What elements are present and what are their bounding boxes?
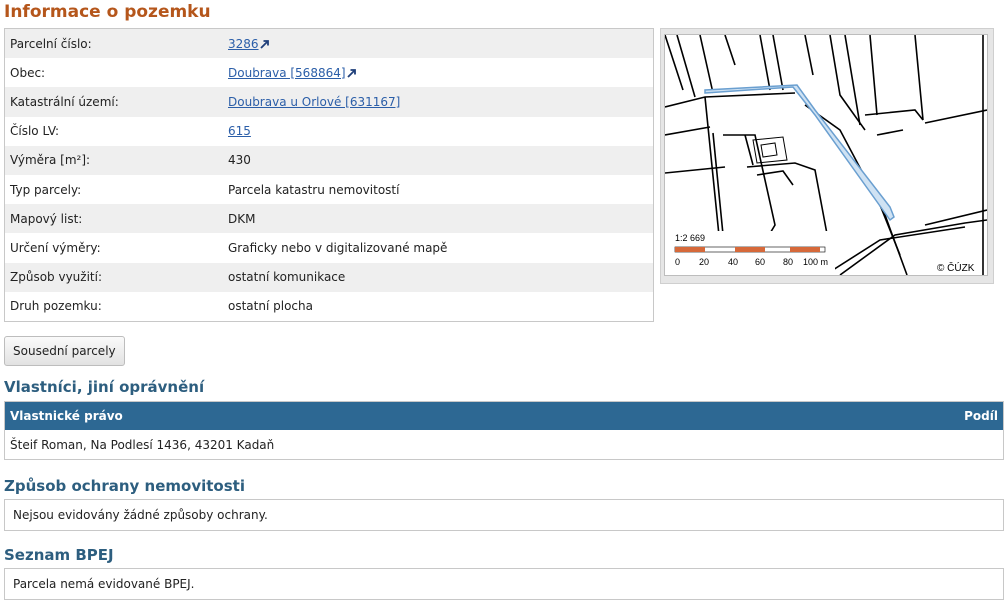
info-value: Graficky nebo v digitalizované mapě (228, 240, 448, 255)
map-canvas[interactable]: 1:2 669 0 20 40 60 80 100 m © ČÚZK (664, 34, 988, 276)
info-label: Katastrální území: (10, 94, 119, 109)
info-label: Způsob využití: (10, 270, 102, 285)
scale-tick: 40 (728, 257, 738, 267)
scale-tick: 20 (699, 257, 709, 267)
cadastral-area-link[interactable]: Doubrava u Orlové [631167] (228, 95, 400, 109)
lv-number-link[interactable]: 615 (228, 124, 251, 138)
info-row-parcel-type: Typ parcely: Parcela katastru nemovitost… (5, 175, 653, 204)
protection-heading: Způsob ochrany nemovitosti (4, 477, 245, 495)
info-label: Určení výměry: (10, 240, 101, 255)
scale-tick: 60 (755, 257, 765, 267)
municipality-link[interactable]: Doubrava [568864] (228, 66, 346, 80)
owners-heading: Vlastníci, jiní oprávnění (4, 378, 205, 396)
info-row-land-type: Druh pozemku: ostatní plocha (5, 292, 653, 321)
info-row-usage: Způsob využití: ostatní komunikace (5, 262, 653, 292)
info-row-parcel-number: Parcelní číslo: 3286 (5, 29, 653, 59)
info-label: Výměra [m²]: (10, 153, 91, 168)
info-row-cadastral-area: Katastrální území: Doubrava u Orlové [63… (5, 87, 653, 117)
bpej-heading: Seznam BPEJ (4, 546, 114, 564)
page-title: Informace o pozemku (4, 2, 211, 22)
info-value: DKM (228, 211, 256, 226)
parcel-map[interactable]: 1:2 669 0 20 40 60 80 100 m © ČÚZK (660, 28, 994, 284)
ownership-right-header: Vlastnické právo (10, 409, 123, 423)
info-label: Obec: (10, 65, 46, 80)
info-value: ostatní plocha (228, 299, 313, 314)
info-value: ostatní komunikace (228, 270, 346, 285)
external-link-icon[interactable] (259, 39, 270, 49)
info-row-area: Výměra [m²]: 430 (5, 145, 653, 175)
cadastral-map-drawing: 1:2 669 0 20 40 60 80 100 m © ČÚZK (665, 35, 987, 275)
info-label: Číslo LV: (10, 124, 60, 139)
info-label: Typ parcely: (10, 182, 82, 197)
protection-box: Nejsou evidovány žádné způsoby ochrany. (4, 499, 1004, 531)
parcel-info-table: Parcelní číslo: 3286 Obec: Doubrava [568… (4, 28, 654, 322)
info-label: Parcelní číslo: (10, 36, 92, 51)
bpej-box: Parcela nemá evidované BPEJ. (4, 568, 1004, 600)
external-link-icon[interactable] (346, 68, 357, 78)
info-value: 430 (228, 153, 251, 168)
map-copyright: © ČÚZK (937, 261, 975, 274)
scale-tick: 0 (675, 257, 680, 267)
highlighted-parcel (704, 84, 895, 222)
table-row: Šteif Roman, Na Podlesí 1436, 43201 Kada… (10, 437, 275, 452)
info-value: Parcela katastru nemovitostí (228, 182, 400, 197)
owners-table-header: Vlastnické právo Podíl (5, 402, 1003, 430)
info-label: Mapový list: (10, 211, 83, 226)
share-header: Podíl (964, 409, 998, 423)
info-row-lv-number: Číslo LV: 615 (5, 117, 653, 146)
scale-bar (674, 246, 826, 253)
info-label: Druh pozemku: (10, 299, 102, 314)
info-row-municipality: Obec: Doubrava [568864] (5, 58, 653, 87)
neighbor-parcels-button[interactable]: Sousední parcely (4, 336, 125, 366)
scale-tick: 100 m (803, 257, 828, 267)
info-row-area-determination: Určení výměry: Graficky nebo v digitaliz… (5, 233, 653, 262)
parcel-number-link[interactable]: 3286 (228, 37, 259, 51)
info-row-map-sheet: Mapový list: DKM (5, 204, 653, 234)
map-scale-label: 1:2 669 (675, 233, 705, 243)
scale-tick: 80 (783, 257, 793, 267)
owners-table: Vlastnické právo Podíl Šteif Roman, Na P… (4, 401, 1004, 460)
